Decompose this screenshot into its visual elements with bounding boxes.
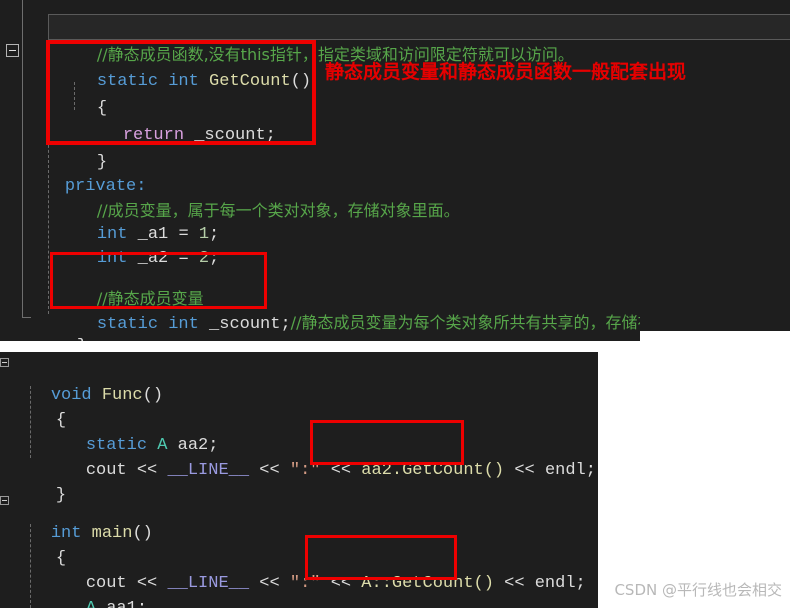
a-scope-getcount-call-redbox	[305, 535, 457, 580]
collapse-minus-icon-func[interactable]	[0, 358, 9, 367]
watermark-text: CSDN @平行线也会相交	[614, 581, 782, 599]
annotation-note-pairing: 静态成员变量和静态成员函数一般配套出现	[325, 61, 687, 83]
outlining-vertical-bar	[22, 0, 23, 318]
getcount-definition-redbox	[46, 40, 316, 145]
csdn-watermark: CSDN @平行线也会相交	[614, 579, 782, 600]
panel-gap-right	[640, 331, 790, 352]
collapse-minus-icon-main[interactable]	[0, 496, 9, 505]
collapse-minus-icon[interactable]	[6, 44, 19, 57]
top-code-editor-panel-right-strip[interactable]	[640, 0, 790, 331]
outlining-bar-foot	[22, 317, 31, 318]
static-member-variable-redbox	[50, 252, 267, 309]
indent-guide-func-body	[30, 386, 31, 458]
indent-guide-main-body	[30, 524, 31, 608]
aa2-getcount-call-redbox	[310, 420, 464, 465]
bottom-code-editor-panel[interactable]: void Func() { static A aa2; cout << __LI…	[0, 352, 598, 608]
